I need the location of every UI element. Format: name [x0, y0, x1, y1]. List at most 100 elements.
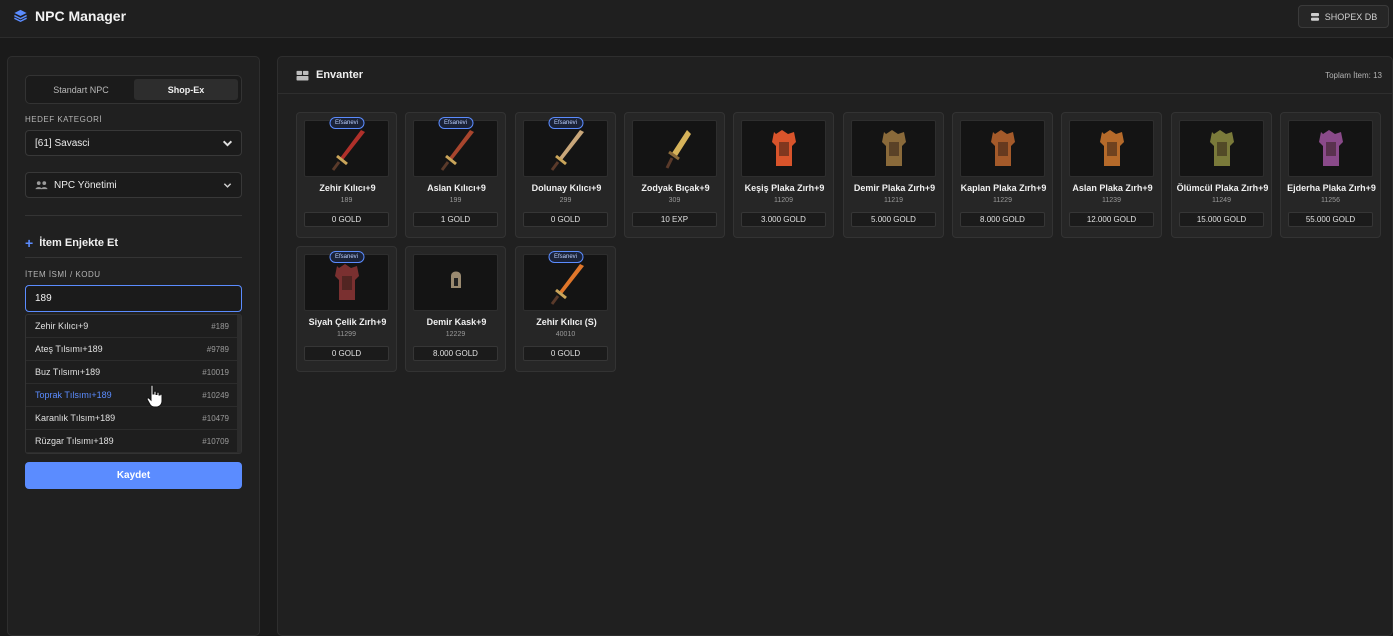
- category-label: HEDEF KATEGORİ: [25, 115, 103, 124]
- suggestion-name: Toprak Tılsımı+189: [35, 390, 112, 400]
- item-name: Aslan Plaka Zırh+9: [1072, 183, 1153, 193]
- item-code: 11229: [993, 197, 1012, 204]
- item-price[interactable]: 0 GOLD: [523, 346, 608, 361]
- tab-standart-npc[interactable]: Standart NPC: [29, 79, 133, 100]
- item-name: Zehir Kılıcı+9: [319, 183, 376, 193]
- item-name: Zodyak Bıçak+9: [641, 183, 710, 193]
- item-name: Dolunay Kılıcı+9: [531, 183, 602, 193]
- item-card[interactable]: Demir Plaka Zırh+9 11219 5.000 GOLD: [843, 112, 944, 238]
- item-card[interactable]: Demir Kask+9 12229 8.000 GOLD: [405, 246, 506, 372]
- database-icon: [1310, 12, 1319, 21]
- suggestion-item[interactable]: Ateş Tılsımı+189 #9789: [26, 338, 241, 361]
- save-button[interactable]: Kaydet: [25, 462, 242, 489]
- item-search-input[interactable]: 189: [25, 285, 242, 312]
- item-price[interactable]: 3.000 GOLD: [741, 212, 826, 227]
- item-thumbnail: Efsanevi: [413, 117, 498, 177]
- item-price[interactable]: 10 EXP: [632, 212, 717, 227]
- armor-icon: [881, 129, 906, 166]
- item-price[interactable]: 15.000 GOLD: [1179, 212, 1264, 227]
- item-card[interactable]: Kaplan Plaka Zırh+9 11229 8.000 GOLD: [952, 112, 1053, 238]
- layers-icon: [14, 9, 27, 23]
- item-card[interactable]: Efsanevi Zehir Kılıcı+9 189 0 GOLD: [296, 112, 397, 238]
- rarity-badge: Efsanevi: [437, 117, 474, 129]
- item-price[interactable]: 1 GOLD: [413, 212, 498, 227]
- suggestion-item[interactable]: Zehir Kılıcı+9 #189: [26, 315, 241, 338]
- item-price[interactable]: 12.000 GOLD: [1069, 212, 1154, 227]
- inventory-title: Envanter: [296, 69, 363, 81]
- rarity-badge: Efsanevi: [547, 251, 584, 263]
- armor-icon: [990, 129, 1015, 166]
- suggestion-item[interactable]: Buz Tılsımı+189 #10019: [26, 361, 241, 384]
- suggestion-item[interactable]: Karanlık Tılsım+189 #10479: [26, 407, 241, 430]
- sword-icon: [550, 263, 584, 305]
- item-card[interactable]: Ejderha Plaka Zırh+9 11256 55.000 GOLD: [1280, 112, 1381, 238]
- users-icon: [35, 181, 48, 190]
- brand: NPC Manager: [13, 8, 126, 24]
- item-card[interactable]: Efsanevi Dolunay Kılıcı+9 299 0 GOLD: [515, 112, 616, 238]
- app-title: NPC Manager: [35, 8, 127, 24]
- item-thumbnail: Efsanevi: [304, 251, 389, 311]
- armor-icon: [1209, 129, 1234, 166]
- item-name: Siyah Çelik Zırh+9: [308, 317, 387, 327]
- item-thumbnail: Efsanevi: [304, 117, 389, 177]
- item-code: 11299: [337, 331, 356, 338]
- divider: [25, 257, 242, 258]
- inject-section-title: + İtem Enjekte Et: [25, 236, 119, 250]
- item-price[interactable]: 5.000 GOLD: [851, 212, 936, 227]
- suggestion-item[interactable]: Rüzgar Tılsımı+189 #10709: [26, 430, 241, 453]
- shopex-db-button[interactable]: SHOPEX DB: [1298, 5, 1389, 28]
- inventory-panel: Envanter Toplam İtem: 13 Efsanevi Zehir K…: [277, 56, 1393, 636]
- item-code: 11209: [774, 197, 793, 204]
- item-thumbnail: [960, 120, 1045, 177]
- inject-title: İtem Enjekte Et: [39, 237, 119, 249]
- item-price[interactable]: 0 GOLD: [304, 346, 389, 361]
- suggestion-name: Zehir Kılıcı+9: [35, 321, 89, 331]
- item-name: Demir Plaka Zırh+9: [853, 183, 936, 193]
- item-thumbnail: [1069, 120, 1154, 177]
- item-price[interactable]: 8.000 GOLD: [413, 346, 498, 361]
- item-thumbnail: [741, 120, 826, 177]
- dropdown-scrollbar[interactable]: [237, 315, 241, 453]
- armor-icon: [334, 263, 359, 300]
- item-thumbnail: Efsanevi: [523, 251, 608, 311]
- item-price[interactable]: 0 GOLD: [523, 212, 608, 227]
- item-field-label: İTEM İSMİ / KODU: [25, 270, 101, 279]
- suggestion-code: #10479: [202, 413, 229, 423]
- armor-icon: [1318, 129, 1343, 166]
- item-card[interactable]: Zodyak Bıçak+9 309 10 EXP: [624, 112, 725, 238]
- item-card[interactable]: Efsanevi Aslan Kılıcı+9 199 1 GOLD: [405, 112, 506, 238]
- shopex-db-label: SHOPEX DB: [1324, 11, 1378, 22]
- rarity-badge: Efsanevi: [547, 117, 584, 129]
- item-code: 11256: [1321, 197, 1340, 204]
- item-code: 309: [668, 197, 681, 204]
- inventory-header: Envanter Toplam İtem: 13: [278, 57, 1393, 94]
- armor-icon: [771, 129, 796, 166]
- item-thumbnail: [1179, 120, 1264, 177]
- item-card[interactable]: Aslan Plaka Zırh+9 11239 12.000 GOLD: [1061, 112, 1162, 238]
- item-card[interactable]: Efsanevi Siyah Çelik Zırh+9 11299 0 GOLD: [296, 246, 397, 372]
- suggestion-name: Ateş Tılsımı+189: [35, 344, 103, 354]
- item-code: 11249: [1212, 197, 1231, 204]
- item-card[interactable]: Ölümcül Plaka Zırh+9 11249 15.000 GOLD: [1171, 112, 1272, 238]
- item-price[interactable]: 0 GOLD: [304, 212, 389, 227]
- item-code: 12229: [445, 331, 466, 338]
- npc-management-select[interactable]: NPC Yönetimi: [25, 172, 242, 198]
- tab-shop-ex[interactable]: Shop-Ex: [134, 79, 238, 100]
- suggestion-name: Rüzgar Tılsımı+189: [35, 436, 114, 446]
- category-select[interactable]: [61] Savasci: [25, 130, 242, 156]
- item-name: Demir Kask+9: [426, 317, 487, 327]
- item-price[interactable]: 55.000 GOLD: [1288, 212, 1373, 227]
- item-name: Ejderha Plaka Zırh+9: [1287, 183, 1376, 193]
- suggestion-code: #10019: [202, 367, 229, 377]
- sidebar-panel: Standart NPC Shop-Ex HEDEF KATEGORİ [61]…: [7, 56, 260, 636]
- item-card[interactable]: Efsanevi Zehir Kılıcı (S) 40010 0 GOLD: [515, 246, 616, 372]
- item-code: 189: [340, 197, 353, 204]
- item-thumbnail: [413, 254, 498, 311]
- item-name: Kaplan Plaka Zırh+9: [960, 183, 1047, 193]
- suggestion-dropdown: Zehir Kılıcı+9 #189 Ateş Tılsımı+189 #9789…: [25, 314, 242, 454]
- suggestion-item-hovered[interactable]: Toprak Tılsımı+189 #10249: [26, 384, 241, 407]
- divider: [25, 215, 242, 216]
- rarity-badge: Efsanevi: [328, 251, 365, 263]
- item-card[interactable]: Keşiş Plaka Zırh+9 11209 3.000 GOLD: [733, 112, 834, 238]
- item-price[interactable]: 8.000 GOLD: [960, 212, 1045, 227]
